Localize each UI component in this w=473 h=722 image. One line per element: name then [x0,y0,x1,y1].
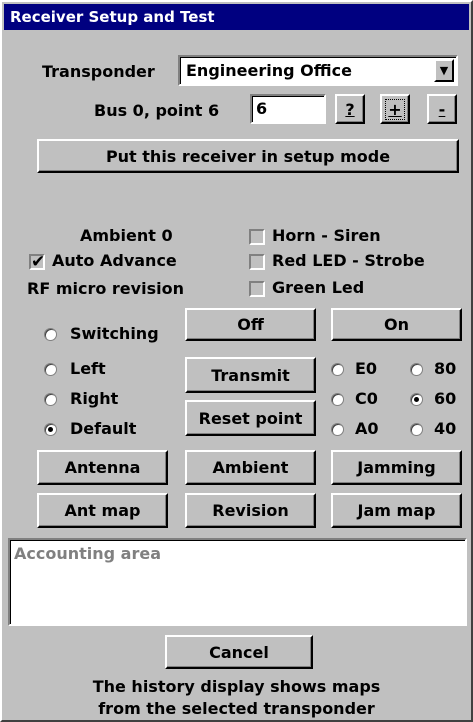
antenna-button[interactable]: Antenna [37,450,168,485]
point-input-box[interactable] [250,94,326,124]
footer-line-1: The history display shows maps [92,677,381,696]
green-led-label[interactable]: Green Led [272,278,364,297]
reset-point-button[interactable]: Reset point [185,400,316,436]
level-c0-label[interactable]: C0 [355,389,378,408]
jamming-button[interactable]: Jamming [331,450,462,485]
mode-right-label[interactable]: Right [70,389,118,408]
plus-icon: + [385,98,405,120]
level-60-radio[interactable] [410,393,423,406]
level-60-label[interactable]: 60 [434,389,456,408]
level-80-label[interactable]: 80 [434,359,456,378]
on-button[interactable]: On [331,308,462,341]
auto-advance-checkbox[interactable]: ✔ [29,252,46,272]
accounting-area[interactable]: Accounting area [8,538,467,626]
ant-map-button[interactable]: Ant map [37,493,168,528]
mode-left-radio[interactable] [44,363,57,376]
green-led-checkbox[interactable] [249,281,265,297]
level-a0-radio[interactable] [331,423,344,436]
mode-default-radio[interactable] [44,423,57,436]
horn-siren-label[interactable]: Horn - Siren [272,226,381,245]
mode-switching-radio[interactable] [44,328,57,341]
increment-button[interactable]: + [380,94,410,124]
horn-siren-checkbox[interactable] [249,229,265,245]
transponder-label: Transponder [42,62,155,81]
point-input[interactable] [256,99,316,118]
mode-switching-label[interactable]: Switching [70,324,159,343]
red-led-strobe-label[interactable]: Red LED - Strobe [272,251,425,270]
level-e0-radio[interactable] [331,363,344,376]
ambient-readout: Ambient 0 [80,226,173,245]
setup-mode-button[interactable]: Put this receiver in setup mode [37,139,459,173]
level-80-radio[interactable] [410,363,423,376]
rf-micro-revision: RF micro revision [27,279,184,298]
transponder-value: Engineering Office [186,61,352,80]
mode-default-label[interactable]: Default [70,419,136,438]
level-a0-label[interactable]: A0 [355,419,379,438]
dropdown-arrow-icon[interactable]: ▼ [434,59,454,82]
accounting-area-text: Accounting area [14,544,162,563]
transmit-button[interactable]: Transmit [185,357,316,393]
jam-map-button[interactable]: Jam map [331,493,462,528]
cancel-button[interactable]: Cancel [165,635,313,669]
mode-right-radio[interactable] [44,393,57,406]
ambient-button[interactable]: Ambient [185,450,316,485]
level-e0-label[interactable]: E0 [355,359,377,378]
footer-line-2: from the selected transponder [98,699,375,718]
red-led-strobe-checkbox[interactable] [249,254,265,270]
revision-button[interactable]: Revision [185,493,316,528]
level-40-radio[interactable] [410,423,423,436]
off-button[interactable]: Off [185,308,316,341]
help-button[interactable]: ? [335,94,365,124]
receiver-setup-window: Receiver Setup and Test Transponder Engi… [0,0,473,722]
bus-point-label: Bus 0, point 6 [94,101,220,120]
mode-left-label[interactable]: Left [70,359,106,378]
transponder-combo[interactable]: Engineering Office ▼ [178,55,458,86]
level-40-label[interactable]: 40 [434,419,456,438]
decrement-button[interactable]: - [427,94,457,124]
checkmark-icon: ✔ [31,252,46,272]
auto-advance-label[interactable]: Auto Advance [52,251,177,270]
window-title: Receiver Setup and Test [4,4,469,30]
level-c0-radio[interactable] [331,393,344,406]
